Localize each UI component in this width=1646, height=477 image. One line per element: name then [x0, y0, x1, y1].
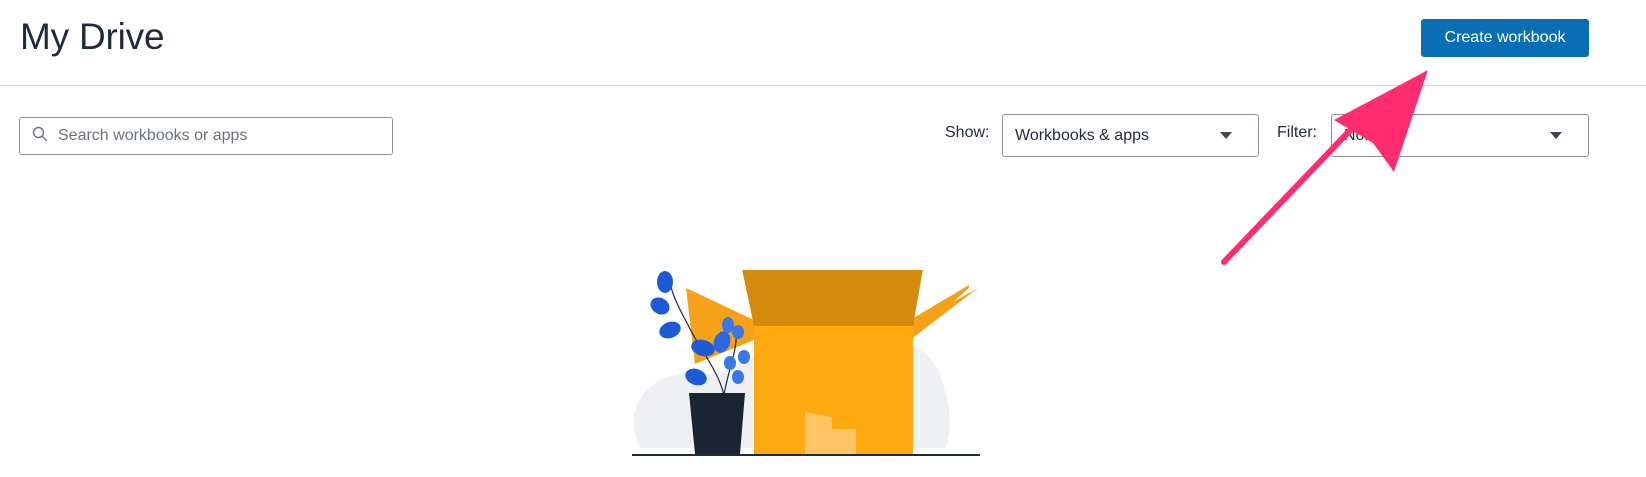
search-icon — [32, 126, 48, 147]
annotation-arrow — [1221, 70, 1428, 265]
page-title: My Drive — [20, 16, 165, 57]
filter-dropdown-value: None — [1344, 126, 1383, 144]
create-workbook-button[interactable]: Create workbook — [1421, 19, 1589, 57]
search-field[interactable] — [19, 117, 393, 155]
caret-down-icon — [1550, 132, 1562, 139]
show-dropdown[interactable]: Workbooks & apps — [1002, 114, 1259, 157]
show-dropdown-value: Workbooks & apps — [1015, 126, 1149, 144]
box-lid — [742, 269, 923, 326]
show-label: Show: — [945, 124, 990, 141]
search-input[interactable] — [58, 127, 358, 145]
caret-down-icon — [1220, 132, 1232, 139]
filter-dropdown[interactable]: None — [1331, 114, 1589, 157]
filter-label: Filter: — [1277, 124, 1317, 141]
page-header: My Drive Create workbook — [0, 0, 1646, 86]
plant-pot — [689, 393, 745, 454]
empty-state-illustration — [620, 269, 990, 477]
